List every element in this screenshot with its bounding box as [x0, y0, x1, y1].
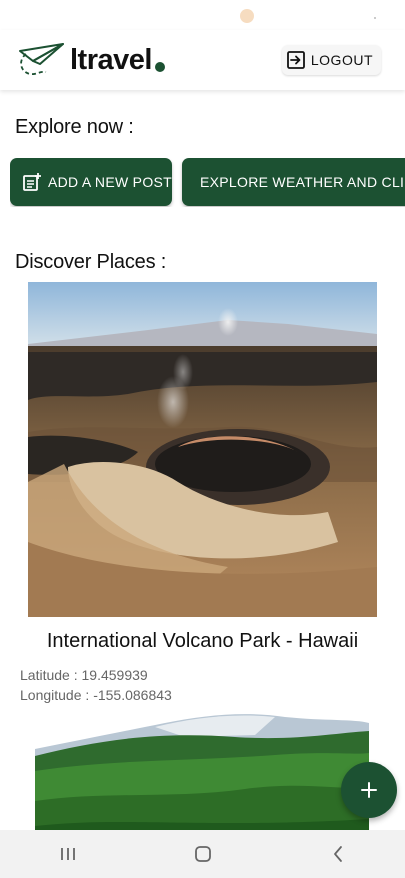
explore-actions: ADD A NEW POST EXPLORE WEATHER AND CLIMA… [10, 158, 405, 207]
post-add-icon [23, 173, 41, 191]
paper-plane-icon [19, 43, 64, 76]
app-logo[interactable]: ltravel [16, 42, 165, 78]
place-card[interactable]: International Volcano Park - Hawaii Lati… [20, 282, 377, 703]
status-indicator [374, 17, 376, 19]
latitude-row: Latitude : 19.459939 [20, 665, 172, 685]
discover-title: Discover Places : [15, 251, 167, 273]
longitude-row: Longitude : -155.086843 [20, 685, 172, 705]
add-post-button[interactable]: ADD A NEW POST [10, 158, 172, 206]
volcano-crater-photo[interactable] [28, 282, 377, 617]
longitude-label: Longitude : [20, 687, 90, 703]
place-coordinates: Latitude : 19.459939 Longitude : -155.08… [20, 665, 172, 705]
logo-text: ltravel [70, 43, 152, 76]
add-fab-button[interactable] [341, 762, 397, 818]
logout-label: LOGOUT [310, 52, 373, 68]
back-icon [333, 846, 342, 862]
explore-title: Explore now : [15, 116, 134, 138]
explore-weather-label: EXPLORE WEATHER AND CLIMATE [200, 174, 405, 190]
logout-button[interactable]: LOGOUT [281, 45, 381, 75]
recent-apps-button[interactable] [38, 830, 98, 878]
logo-dot [154, 62, 165, 72]
back-button[interactable] [308, 830, 368, 878]
plus-icon [361, 782, 377, 798]
camera-dot [240, 9, 254, 23]
home-icon [194, 846, 211, 862]
latitude-value: 19.459939 [81, 667, 148, 683]
latitude-label: Latitude : [20, 667, 78, 683]
explore-weather-button[interactable]: EXPLORE WEATHER AND CLIMATE [182, 158, 405, 206]
logout-icon [286, 51, 305, 69]
place-name: International Volcano Park - Hawaii [46, 630, 359, 652]
app-header: ltravel LOGOUT [0, 30, 405, 90]
home-button[interactable] [173, 830, 233, 878]
recent-apps-icon [60, 848, 75, 860]
system-nav-bar [0, 830, 405, 878]
add-post-label: ADD A NEW POST [48, 174, 172, 190]
longitude-value: -155.086843 [93, 687, 172, 703]
status-bar [0, 0, 405, 30]
